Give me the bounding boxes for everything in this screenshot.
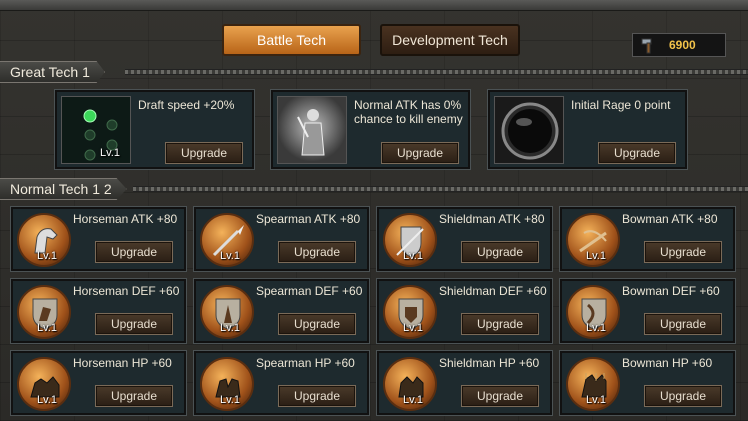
upgrade-button[interactable]: Upgrade (95, 385, 173, 407)
level-label: Lv.1 (220, 322, 240, 334)
upgrade-button[interactable]: Upgrade (95, 241, 173, 263)
upgrade-button[interactable]: Upgrade (95, 313, 173, 335)
upgrade-button[interactable]: Upgrade (278, 385, 356, 407)
level-label: Lv.1 (220, 250, 240, 262)
top-frame (0, 0, 748, 11)
level-label: Lv.1 (586, 394, 606, 406)
great-tech-card: Initial Rage 0 point Upgrade (487, 89, 688, 170)
upgrade-button[interactable]: Upgrade (461, 313, 539, 335)
section-title: Great Tech 1 (0, 61, 105, 83)
resource-value: 6900 (669, 38, 696, 52)
level-label: Lv.1 (37, 322, 57, 334)
normal-tech-card: Lv.1 Spearman HP +60 Upgrade (193, 350, 370, 416)
upgrade-button[interactable]: Upgrade (278, 313, 356, 335)
normal-tech-card: Lv.1 Shieldman HP +60 Upgrade (376, 350, 553, 416)
normal-tech-card: Lv.1 Horseman DEF +60 Upgrade (10, 278, 187, 344)
level-label: Lv.1 (586, 250, 606, 262)
section-normal-tech: Normal Tech 1 2 (0, 178, 127, 200)
level-label: Lv.1 (37, 394, 57, 406)
normal-tech-card: Lv.1 Spearman DEF +60 Upgrade (193, 278, 370, 344)
resource-counter: 6900 (632, 33, 726, 57)
tech-name: Bowman DEF +60 (622, 284, 720, 298)
level-label: Lv.1 (100, 147, 120, 159)
tech-name: Shieldman DEF +60 (439, 284, 547, 298)
hammer-icon (641, 38, 652, 54)
tab-development-tech[interactable]: Development Tech (380, 24, 520, 56)
upgrade-button[interactable]: Upgrade (461, 385, 539, 407)
tech-name: Spearman HP +60 (256, 356, 355, 370)
normal-tech-card: Lv.1 Spearman ATK +80 Upgrade (193, 206, 370, 272)
tech-name: Spearman DEF +60 (256, 284, 363, 298)
normal-tech-card: Lv.1 Bowman DEF +60 Upgrade (559, 278, 736, 344)
upgrade-button[interactable]: Upgrade (598, 142, 676, 164)
rage-orb-icon (494, 96, 564, 164)
divider (133, 186, 748, 192)
tech-description: Draft speed +20% (138, 98, 235, 112)
tech-name: Bowman HP +60 (622, 356, 713, 370)
divider (125, 69, 748, 75)
upgrade-button[interactable]: Upgrade (644, 385, 722, 407)
tech-name: Horseman HP +60 (73, 356, 172, 370)
level-label: Lv.1 (37, 250, 57, 262)
section-great-tech: Great Tech 1 (0, 61, 105, 83)
great-tech-card: Normal ATK has 0% chance to kill enemy U… (270, 89, 471, 170)
upgrade-button[interactable]: Upgrade (278, 241, 356, 263)
level-label: Lv.1 (403, 394, 423, 406)
upgrade-button[interactable]: Upgrade (644, 241, 722, 263)
section-title: Normal Tech 1 2 (0, 178, 127, 200)
normal-tech-card: Lv.1 Horseman ATK +80 Upgrade (10, 206, 187, 272)
normal-tech-card: Lv.1 Shieldman ATK +80 Upgrade (376, 206, 553, 272)
upgrade-button[interactable]: Upgrade (381, 142, 459, 164)
level-label: Lv.1 (586, 322, 606, 334)
tab-battle-tech[interactable]: Battle Tech (222, 24, 361, 56)
level-label: Lv.1 (403, 250, 423, 262)
tech-name: Spearman ATK +80 (256, 212, 361, 226)
tech-name: Horseman ATK +80 (73, 212, 178, 226)
level-label: Lv.1 (220, 394, 240, 406)
tech-description: Normal ATK has 0% chance to kill enemy (354, 98, 463, 126)
level-label: Lv.1 (403, 322, 423, 334)
tech-name: Bowman ATK +80 (622, 212, 718, 226)
tech-name: Shieldman ATK +80 (439, 212, 545, 226)
upgrade-button[interactable]: Upgrade (165, 142, 243, 164)
draft-speed-icon: Lv.1 (61, 96, 131, 164)
tech-description: Initial Rage 0 point (571, 98, 671, 112)
great-tech-card: Lv.1 Draft speed +20% Upgrade (54, 89, 255, 170)
tech-name: Shieldman HP +60 (439, 356, 540, 370)
tech-name: Horseman DEF +60 (73, 284, 180, 298)
normal-tech-card: Lv.1 Bowman ATK +80 Upgrade (559, 206, 736, 272)
normal-tech-card: Lv.1 Bowman HP +60 Upgrade (559, 350, 736, 416)
normal-tech-card: Lv.1 Shieldman DEF +60 Upgrade (376, 278, 553, 344)
warrior-portrait-icon (277, 96, 347, 164)
normal-tech-card: Lv.1 Horseman HP +60 Upgrade (10, 350, 187, 416)
upgrade-button[interactable]: Upgrade (644, 313, 722, 335)
upgrade-button[interactable]: Upgrade (461, 241, 539, 263)
